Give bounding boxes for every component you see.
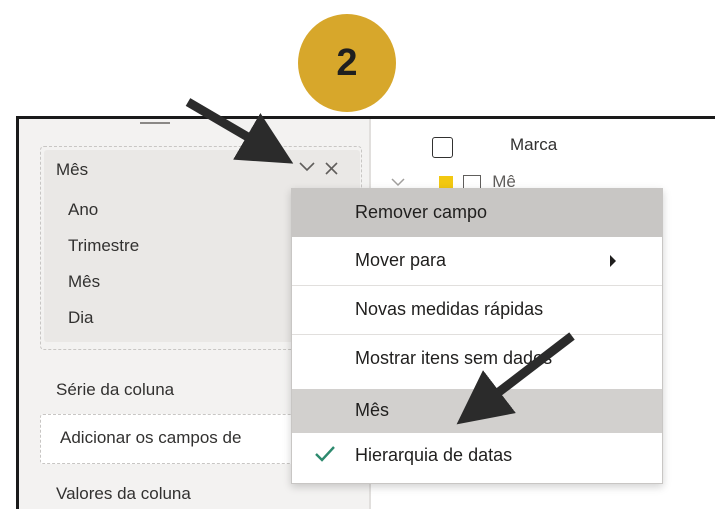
annotation-arrows: [185, 98, 575, 425]
arrow-to-chevron: [185, 98, 294, 164]
arrow-to-mes-option: [456, 332, 575, 425]
